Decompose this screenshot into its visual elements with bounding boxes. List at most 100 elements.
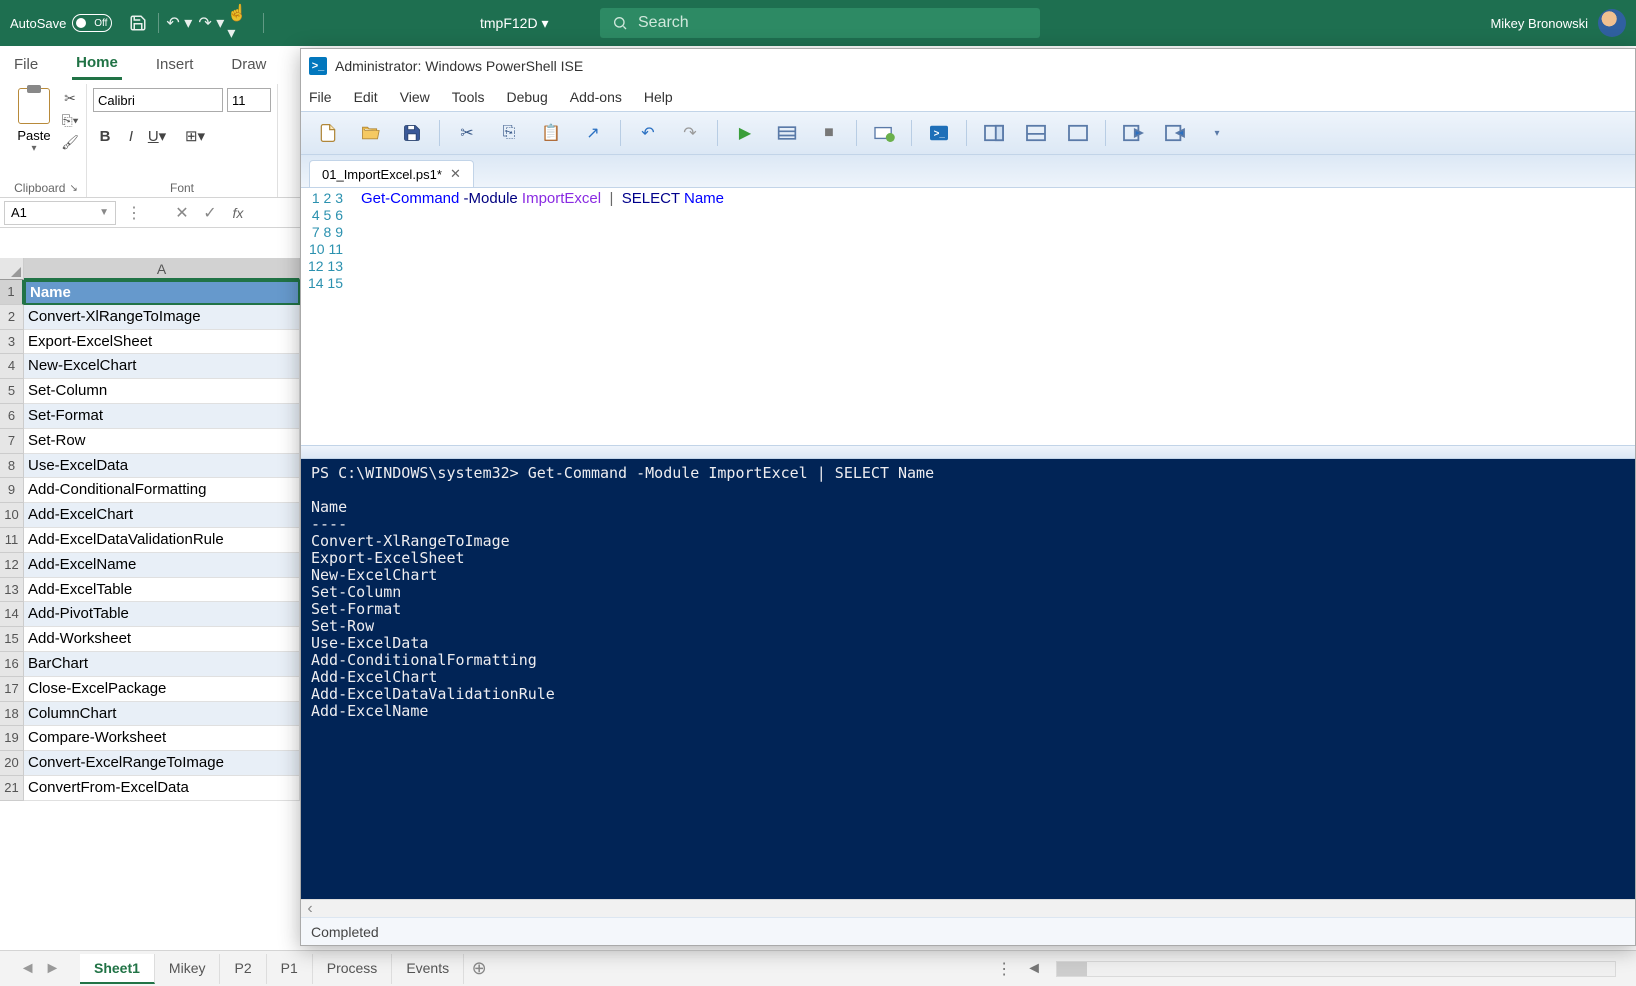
menu-help[interactable]: Help (644, 89, 673, 105)
show-addon-icon[interactable] (1156, 117, 1194, 149)
formula-options-icon[interactable]: ⋮ (120, 201, 148, 225)
layout-right-icon[interactable] (975, 117, 1013, 149)
ise-console-pane[interactable]: PS C:\WINDOWS\system32> Get-Command -Mod… (301, 459, 1635, 899)
ise-file-tab[interactable]: 01_ImportExcel.ps1* ✕ (309, 160, 474, 187)
add-sheet-button[interactable]: ⊕ (464, 958, 494, 979)
cell[interactable]: Add-ExcelName (24, 553, 300, 578)
row-header[interactable]: 10 (0, 503, 24, 528)
cell[interactable]: Set-Column (24, 379, 300, 404)
copy-icon[interactable]: ⎘▾ (60, 110, 80, 130)
row-header[interactable]: 3 (0, 330, 24, 355)
row-header[interactable]: 9 (0, 478, 24, 503)
show-command-icon[interactable] (1114, 117, 1152, 149)
row-header[interactable]: 6 (0, 404, 24, 429)
cell[interactable]: ColumnChart (24, 702, 300, 727)
tab-file[interactable]: File (10, 50, 42, 79)
copy-toolbar-icon[interactable]: ⎘ (490, 117, 528, 149)
tab-draw[interactable]: Draw (227, 50, 270, 79)
cell[interactable]: Name (24, 280, 300, 305)
redo-icon[interactable]: ↷ ▾ (195, 7, 227, 39)
menu-file[interactable]: File (309, 89, 332, 105)
row-header[interactable]: 17 (0, 677, 24, 702)
row-header[interactable]: 1 (0, 280, 24, 305)
horizontal-scrollbar[interactable] (1056, 961, 1616, 977)
row-header[interactable]: 11 (0, 528, 24, 553)
autosave-control[interactable]: AutoSave Off (0, 14, 122, 32)
run-script-icon[interactable]: ▶ (726, 117, 764, 149)
format-painter-icon[interactable]: 🖌 (60, 132, 80, 152)
undo-icon[interactable]: ↶ ▾ (163, 7, 195, 39)
console-hscroll[interactable]: ‹ (301, 899, 1635, 917)
paste-button[interactable]: Paste ▾ (12, 84, 56, 154)
tab-home[interactable]: Home (72, 48, 122, 80)
underline-button[interactable]: U▾ (145, 124, 169, 148)
paste-toolbar-icon[interactable]: 📋 (532, 117, 570, 149)
sheet-tab-process[interactable]: Process (313, 954, 393, 984)
row-header[interactable]: 16 (0, 652, 24, 677)
cell[interactable]: Convert-ExcelRangeToImage (24, 751, 300, 776)
remote-icon[interactable] (865, 117, 903, 149)
redo-toolbar-icon[interactable]: ↷ (671, 117, 709, 149)
cell[interactable]: Add-ConditionalFormatting (24, 478, 300, 503)
select-all-corner[interactable] (0, 258, 24, 280)
cell[interactable]: Export-ExcelSheet (24, 330, 300, 355)
row-header[interactable]: 2 (0, 305, 24, 330)
accept-formula-icon[interactable]: ✓ (196, 201, 224, 225)
row-header[interactable]: 5 (0, 379, 24, 404)
sheet-tab-events[interactable]: Events (392, 954, 464, 984)
close-tab-icon[interactable]: ✕ (450, 166, 461, 182)
sheet-tab-mikey[interactable]: Mikey (155, 954, 221, 984)
layout-bottom-icon[interactable] (1017, 117, 1055, 149)
ise-script-pane[interactable]: 1 2 3 4 5 6 7 8 9 10 11 12 13 14 15 Get-… (301, 187, 1635, 445)
menu-tools[interactable]: Tools (452, 89, 485, 105)
cell[interactable]: Add-ExcelDataValidationRule (24, 528, 300, 553)
cell[interactable]: Compare-Worksheet (24, 726, 300, 751)
font-size-select[interactable] (227, 88, 271, 112)
autosave-toggle[interactable]: Off (72, 14, 112, 32)
menu-debug[interactable]: Debug (506, 89, 547, 105)
touch-icon[interactable]: ☝ ▾ (227, 7, 259, 39)
cell[interactable]: BarChart (24, 652, 300, 677)
font-name-select[interactable] (93, 88, 223, 112)
search-box[interactable]: Search (600, 8, 1040, 38)
clear-icon[interactable]: ↗ (574, 117, 612, 149)
document-name[interactable]: tmpF12D ▾ (480, 15, 549, 32)
save-icon[interactable] (122, 7, 154, 39)
menu-addons[interactable]: Add-ons (570, 89, 622, 105)
row-header[interactable]: 19 (0, 726, 24, 751)
user-info[interactable]: Mikey Bronowski (1490, 9, 1626, 37)
cell[interactable]: Add-ExcelTable (24, 578, 300, 603)
row-header[interactable]: 13 (0, 578, 24, 603)
menu-edit[interactable]: Edit (354, 89, 378, 105)
row-header[interactable]: 21 (0, 776, 24, 801)
row-header[interactable]: 14 (0, 602, 24, 627)
hscroll-left-icon[interactable]: ◄ (1026, 960, 1042, 978)
layout-max-icon[interactable] (1059, 117, 1097, 149)
column-header-a[interactable]: A (24, 258, 300, 280)
row-header[interactable]: 18 (0, 702, 24, 727)
save-file-icon[interactable] (393, 117, 431, 149)
toolbar-overflow-icon[interactable]: ▾ (1198, 117, 1236, 149)
cell[interactable]: Use-ExcelData (24, 454, 300, 479)
cut-icon[interactable]: ✂ (60, 88, 80, 108)
cell[interactable]: Add-ExcelChart (24, 503, 300, 528)
sheet-tab-p2[interactable]: P2 (220, 954, 266, 984)
undo-toolbar-icon[interactable]: ↶ (629, 117, 667, 149)
stop-icon[interactable]: ■ (810, 117, 848, 149)
pane-splitter[interactable] (301, 445, 1635, 459)
ise-titlebar[interactable]: >_ Administrator: Windows PowerShell ISE (301, 49, 1635, 83)
row-header[interactable]: 20 (0, 751, 24, 776)
spreadsheet-grid[interactable]: A 1Name2Convert-XlRangeToImage3Export-Ex… (0, 258, 300, 950)
cell[interactable]: Add-Worksheet (24, 627, 300, 652)
cancel-formula-icon[interactable]: ✕ (168, 201, 196, 225)
menu-view[interactable]: View (400, 89, 430, 105)
row-header[interactable]: 15 (0, 627, 24, 652)
border-button[interactable]: ⊞▾ (183, 124, 207, 148)
new-file-icon[interactable] (309, 117, 347, 149)
avatar[interactable] (1598, 9, 1626, 37)
cell[interactable]: New-ExcelChart (24, 354, 300, 379)
sheet-tab-sheet1[interactable]: Sheet1 (80, 954, 155, 984)
fx-icon[interactable]: fx (224, 201, 252, 225)
code-area[interactable]: Get-Command -Module ImportExcel | SELECT… (351, 188, 1635, 445)
run-selection-icon[interactable] (768, 117, 806, 149)
